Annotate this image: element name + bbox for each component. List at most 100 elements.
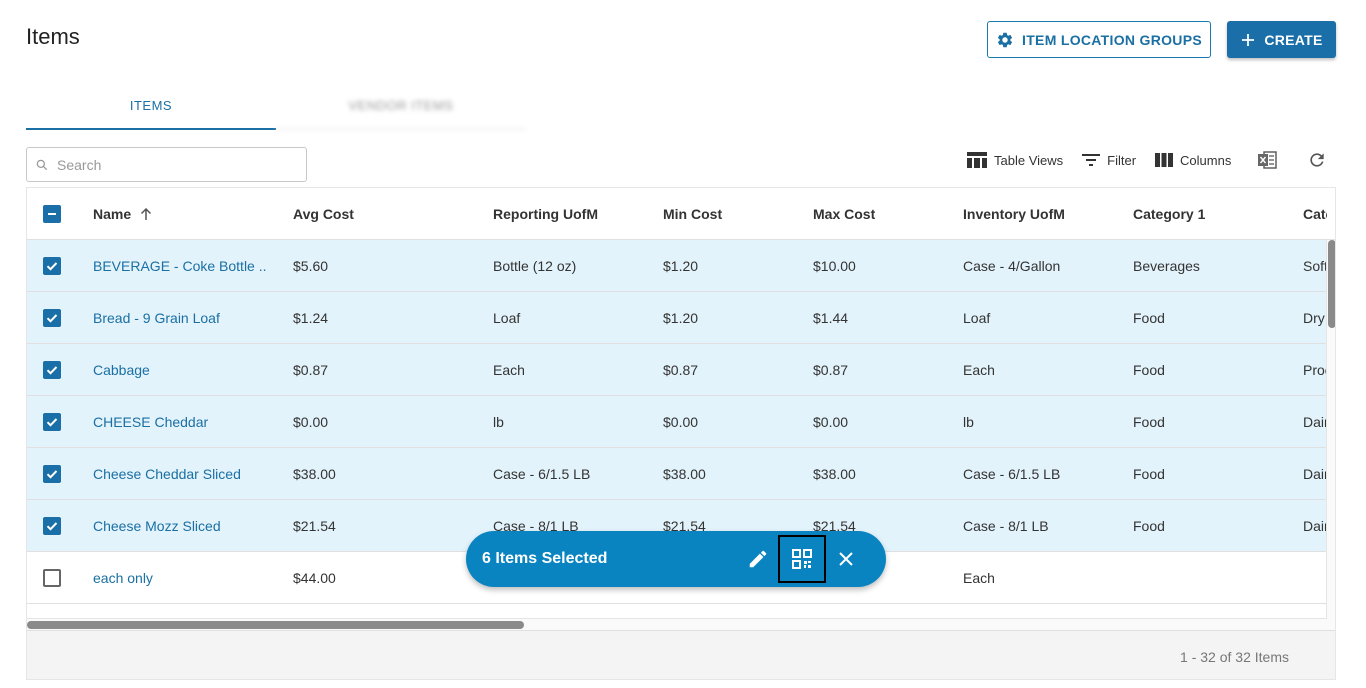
cell-inventory-uofm: Case - 6/1.5 LB	[963, 466, 1061, 482]
cell-avg-cost: $0.00	[293, 414, 329, 430]
checkbox-checked	[43, 465, 61, 483]
row-checkbox[interactable]	[43, 344, 61, 396]
search-box	[26, 147, 307, 182]
table-views-label: Table Views	[994, 152, 1064, 168]
cell-category-1: Food	[1133, 518, 1165, 534]
row-checkbox[interactable]	[43, 448, 61, 500]
plus-icon	[1240, 32, 1256, 48]
cell-avg-cost: $1.24	[293, 310, 329, 326]
cell-avg-cost: $38.00	[293, 466, 336, 482]
row-checkbox[interactable]	[43, 292, 61, 344]
filter-button[interactable]: Filter	[1081, 152, 1136, 168]
cell-name[interactable]: BEVERAGE - Coke Bottle ...	[93, 240, 267, 292]
cell-min-cost: $38.00	[663, 466, 706, 482]
columns-label: Columns	[1180, 152, 1232, 168]
cell-max-cost: $0.00	[813, 414, 849, 430]
sort-ascending-icon	[139, 207, 153, 221]
export-excel-button[interactable]	[1257, 151, 1278, 169]
items-grid: Name Avg Cost Reporting UofM Min Cost Ma…	[26, 187, 1336, 680]
row-checkbox[interactable]	[43, 552, 61, 604]
create-button[interactable]: CREATE	[1227, 21, 1336, 58]
cell-name[interactable]: Cheese Mozz Sliced	[93, 500, 267, 552]
search-icon	[35, 158, 49, 172]
cell-min-cost: $0.00	[663, 414, 699, 430]
column-header-inventory-uofm[interactable]: Inventory UofM	[963, 188, 1065, 240]
clear-selection-button[interactable]	[826, 539, 866, 579]
cell-name[interactable]: Cheese Cheddar Sliced	[93, 448, 267, 500]
vertical-scrollbar-thumb[interactable]	[1328, 240, 1335, 328]
search-input[interactable]	[57, 156, 297, 173]
qr-code-button[interactable]	[778, 535, 826, 583]
column-header-max-cost[interactable]: Max Cost	[813, 188, 875, 240]
close-icon	[837, 550, 855, 568]
cell-category-1	[1133, 552, 1293, 604]
cell-inventory-uofm: Each	[963, 362, 995, 378]
checkbox-checked	[43, 257, 61, 275]
table-row[interactable]: BEVERAGE - Coke Bottle ... $5.60 Bottle (1…	[27, 240, 1327, 292]
column-header-reporting-uofm[interactable]: Reporting UofM	[493, 188, 598, 240]
horizontal-scrollbar-thumb[interactable]	[27, 621, 524, 629]
cell-reporting-uofm: Bottle (12 oz)	[493, 258, 577, 274]
cell-inventory-uofm: Loaf	[963, 310, 991, 326]
column-header-category-1[interactable]: Category 1	[1133, 188, 1205, 240]
cell-category-1: Food	[1133, 362, 1165, 378]
selection-count: 6 Items Selected	[482, 550, 608, 567]
columns-button[interactable]: Columns	[1154, 152, 1231, 168]
cell-category-2: Dair	[1303, 414, 1327, 430]
cell-max-cost: $38.00	[813, 466, 856, 482]
cell-reporting-uofm: lb	[493, 414, 504, 430]
cell-name[interactable]: CHEESE Cheddar	[93, 396, 267, 448]
grid-header: Name Avg Cost Reporting UofM Min Cost Ma…	[27, 188, 1335, 240]
tab-items[interactable]: ITEMS	[26, 82, 276, 130]
cell-name[interactable]: Cabbage	[93, 344, 267, 396]
select-all-checkbox[interactable]	[43, 188, 61, 240]
column-header-avg-cost[interactable]: Avg Cost	[293, 188, 354, 240]
horizontal-scrollbar[interactable]	[27, 618, 1327, 630]
cell-avg-cost: $44.00	[293, 570, 336, 586]
checkbox-checked	[43, 309, 61, 327]
column-header-category-2[interactable]: Cate	[1303, 188, 1327, 240]
cell-max-cost: $0.87	[813, 362, 849, 378]
refresh-icon	[1307, 150, 1327, 170]
table-row[interactable]: CHEESE Cheddar $0.00 lb $0.00 $0.00 lb Food Dai…	[27, 396, 1327, 448]
vertical-scrollbar[interactable]	[1326, 240, 1335, 630]
column-header-name[interactable]: Name	[93, 188, 153, 240]
cell-max-cost: $1.44	[813, 310, 849, 326]
table-row[interactable]: Cabbage $0.87 Each $0.87 $0.87 Each Food Proc	[27, 344, 1327, 396]
cell-avg-cost: $21.54	[293, 518, 336, 534]
table-row[interactable]: Cheese Cheddar Sliced $38.00 Case - 6/1.5 …	[27, 448, 1327, 500]
excel-icon	[1257, 151, 1278, 169]
cell-avg-cost: $0.87	[293, 362, 329, 378]
cell-reporting-uofm: Loaf	[493, 310, 521, 326]
refresh-button[interactable]	[1307, 150, 1327, 170]
checkbox-checked	[43, 361, 61, 379]
row-checkbox[interactable]	[43, 240, 61, 292]
column-header-name-label: Name	[93, 206, 132, 222]
cell-category-2: Dry	[1303, 310, 1325, 326]
cell-name[interactable]: each only	[93, 552, 267, 604]
grid-footer: 1 - 32 of 32 Items	[27, 630, 1335, 679]
cell-category-1: Beverages	[1133, 258, 1200, 274]
tab-vendor-items[interactable]: VENDOR ITEMS	[276, 82, 526, 130]
edit-selected-button[interactable]	[738, 539, 778, 579]
item-location-groups-button[interactable]: ITEM LOCATION GROUPS	[987, 21, 1211, 58]
table-views-button[interactable]: Table Views	[966, 151, 1063, 169]
cell-category-1: Food	[1133, 466, 1165, 482]
cell-category-2: Proc	[1303, 362, 1327, 378]
row-checkbox[interactable]	[43, 500, 61, 552]
table-row[interactable]: Bread - 9 Grain Loaf $1.24 Loaf $1.20 $1.44 L…	[27, 292, 1327, 344]
row-checkbox[interactable]	[43, 396, 61, 448]
tabs: ITEMS VENDOR ITEMS	[26, 82, 526, 130]
qr-code-icon	[792, 549, 812, 569]
column-header-min-cost[interactable]: Min Cost	[663, 188, 722, 240]
cell-name[interactable]: Bread - 9 Grain Loaf	[93, 292, 267, 344]
cell-category-2: Soft	[1303, 258, 1327, 274]
checkbox-indeterminate	[43, 205, 61, 223]
pencil-icon	[747, 548, 769, 570]
cell-reporting-uofm: Each	[493, 362, 525, 378]
cell-inventory-uofm: Each	[963, 570, 995, 586]
cell-min-cost: $0.87	[663, 362, 699, 378]
pagination-info: 1 - 32 of 32 Items	[1180, 648, 1289, 665]
filter-icon	[1081, 152, 1101, 168]
item-location-groups-label: ITEM LOCATION GROUPS	[1022, 31, 1202, 48]
